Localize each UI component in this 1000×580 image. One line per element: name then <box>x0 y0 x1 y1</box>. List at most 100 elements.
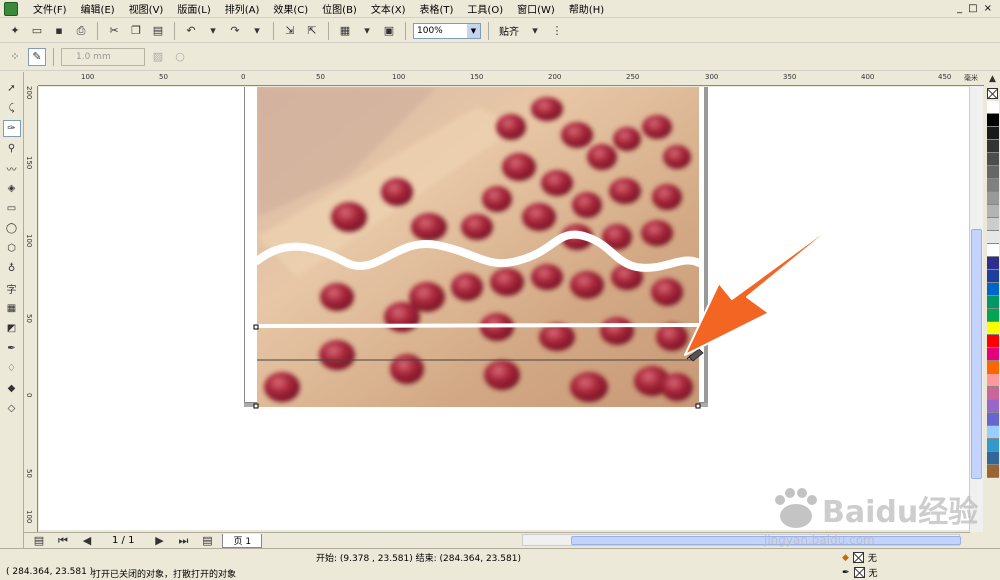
knife-tool-icon[interactable]: ✑ <box>2 120 21 137</box>
add-page-after-icon[interactable]: ▤ <box>198 532 216 550</box>
color-swatch[interactable] <box>986 127 999 140</box>
chevron-down-icon[interactable]: ▼ <box>467 23 480 38</box>
interactive-effects-icon[interactable]: ◩ <box>3 320 21 337</box>
redo-icon[interactable]: ↷ <box>226 22 244 40</box>
color-swatch[interactable] <box>986 140 999 153</box>
color-swatch[interactable] <box>986 387 999 400</box>
vertical-ruler[interactable]: 200 150 100 50 0 50 100 <box>24 86 38 532</box>
page-tab[interactable]: 页 1 <box>222 533 263 548</box>
horizontal-scrollbar-thumb[interactable] <box>571 536 961 545</box>
snap-dropdown-icon[interactable]: ▾ <box>526 22 544 40</box>
undo-dropdown-icon[interactable]: ▾ <box>204 22 222 40</box>
menu-effects[interactable]: 效果(C) <box>266 1 315 16</box>
color-swatch[interactable] <box>986 400 999 413</box>
menu-edit[interactable]: 编辑(E) <box>74 1 122 16</box>
app-launcher-icon[interactable]: ▦ <box>336 22 354 40</box>
fill-indicator[interactable]: ◆ 无 <box>842 551 877 564</box>
options-icon[interactable]: ⋮ <box>548 22 566 40</box>
horizontal-scrollbar[interactable] <box>522 534 961 546</box>
outline-indicator[interactable]: ✒ 无 <box>842 566 878 579</box>
new-icon[interactable]: ✦ <box>6 22 24 40</box>
color-swatch[interactable] <box>986 426 999 439</box>
import-icon[interactable]: ⇲ <box>281 22 299 40</box>
menu-tools[interactable]: 工具(O) <box>460 1 510 16</box>
zoom-level-select[interactable]: 100% ▼ <box>413 22 481 39</box>
menu-layout[interactable]: 版面(L) <box>170 1 217 16</box>
color-swatch[interactable] <box>986 309 999 322</box>
table-tool-icon[interactable]: ▦ <box>3 300 21 317</box>
color-swatch[interactable] <box>986 101 999 114</box>
outline-tool-icon[interactable]: ♢ <box>3 360 21 377</box>
cut-icon[interactable]: ✂ <box>105 22 123 40</box>
nudge-distance-field[interactable]: 1.0 mm <box>61 47 145 66</box>
drawing-canvas[interactable] <box>39 87 969 530</box>
prev-page-icon[interactable]: ◀ <box>78 532 96 550</box>
color-swatch[interactable] <box>986 348 999 361</box>
save-icon[interactable]: ▪ <box>50 22 68 40</box>
menu-help[interactable]: 帮助(H) <box>562 1 611 16</box>
color-swatch[interactable] <box>986 270 999 283</box>
basic-shapes-icon[interactable]: ♁ <box>3 260 21 277</box>
keep-lines-icon[interactable]: ▨ <box>149 48 167 66</box>
menu-view[interactable]: 视图(V) <box>122 1 171 16</box>
menu-window[interactable]: 窗口(W) <box>510 1 562 16</box>
open-icon[interactable]: ▭ <box>28 22 46 40</box>
menu-file[interactable]: 文件(F) <box>26 1 74 16</box>
color-swatch[interactable] <box>986 465 999 478</box>
freehand-tool-icon[interactable]: 〰 <box>3 160 21 177</box>
shape-tool-icon[interactable]: ⤹ <box>3 100 21 117</box>
ellipse-tool-icon[interactable]: ◯ <box>3 220 21 237</box>
undo-icon[interactable]: ↶ <box>182 22 200 40</box>
menu-table[interactable]: 表格(T) <box>413 1 461 16</box>
palette-scroll-up-icon[interactable]: ▲ <box>984 72 1000 86</box>
vertical-scrollbar-thumb[interactable] <box>971 229 982 479</box>
close-button[interactable]: × <box>984 3 992 14</box>
menu-text[interactable]: 文本(X) <box>364 1 413 16</box>
color-swatch[interactable] <box>986 153 999 166</box>
color-swatch[interactable] <box>986 413 999 426</box>
print-icon[interactable]: ⎙ <box>72 22 90 40</box>
menu-bitmaps[interactable]: 位图(B) <box>315 1 364 16</box>
first-page-icon[interactable]: ⏮ <box>54 532 72 550</box>
paste-icon[interactable]: ▤ <box>149 22 167 40</box>
color-swatch[interactable] <box>986 361 999 374</box>
color-swatch[interactable] <box>986 322 999 335</box>
text-tool-icon[interactable]: 字 <box>3 280 21 297</box>
color-swatch[interactable] <box>986 452 999 465</box>
smart-fill-tool-icon[interactable]: ◈ <box>3 180 21 197</box>
welcome-screen-icon[interactable]: ▣ <box>380 22 398 40</box>
add-page-icon[interactable]: ▤ <box>30 532 48 550</box>
color-swatch[interactable] <box>986 335 999 348</box>
circle-option-icon[interactable]: ○ <box>171 48 189 66</box>
fill-tool-icon[interactable]: ◆ <box>3 380 21 397</box>
eyedropper-tool-icon[interactable]: ✒ <box>3 340 21 357</box>
color-swatch[interactable] <box>986 192 999 205</box>
red-beans-photo[interactable] <box>257 87 699 407</box>
last-page-icon[interactable]: ⏭ <box>174 532 192 550</box>
next-page-icon[interactable]: ▶ <box>150 532 168 550</box>
copy-icon[interactable]: ❐ <box>127 22 145 40</box>
export-icon[interactable]: ⇱ <box>303 22 321 40</box>
color-swatch[interactable] <box>986 166 999 179</box>
color-swatch[interactable] <box>986 439 999 452</box>
menu-arrange[interactable]: 排列(A) <box>218 1 267 16</box>
minimize-button[interactable]: _ <box>957 3 962 14</box>
interactive-fill-icon[interactable]: ◇ <box>3 400 21 417</box>
color-swatch[interactable] <box>986 231 999 244</box>
polygon-tool-icon[interactable]: ⬡ <box>3 240 21 257</box>
smart-fill-icon[interactable]: ✎ <box>28 47 46 66</box>
color-swatch[interactable] <box>986 218 999 231</box>
color-swatch[interactable] <box>986 114 999 127</box>
auto-close-curve-icon[interactable]: ⁘ <box>6 48 24 66</box>
vertical-scrollbar[interactable] <box>969 86 983 532</box>
pick-tool-icon[interactable]: ➚ <box>3 80 21 97</box>
no-color-swatch[interactable] <box>987 88 998 99</box>
color-swatch[interactable] <box>986 179 999 192</box>
color-swatch[interactable] <box>986 205 999 218</box>
color-swatch[interactable] <box>986 296 999 309</box>
ruler-origin[interactable] <box>24 72 38 86</box>
color-swatch[interactable] <box>986 257 999 270</box>
redo-dropdown-icon[interactable]: ▾ <box>248 22 266 40</box>
horizontal-ruler[interactable]: 100 50 0 50 100 150 200 250 300 350 400 … <box>38 72 984 86</box>
color-swatch[interactable] <box>986 283 999 296</box>
